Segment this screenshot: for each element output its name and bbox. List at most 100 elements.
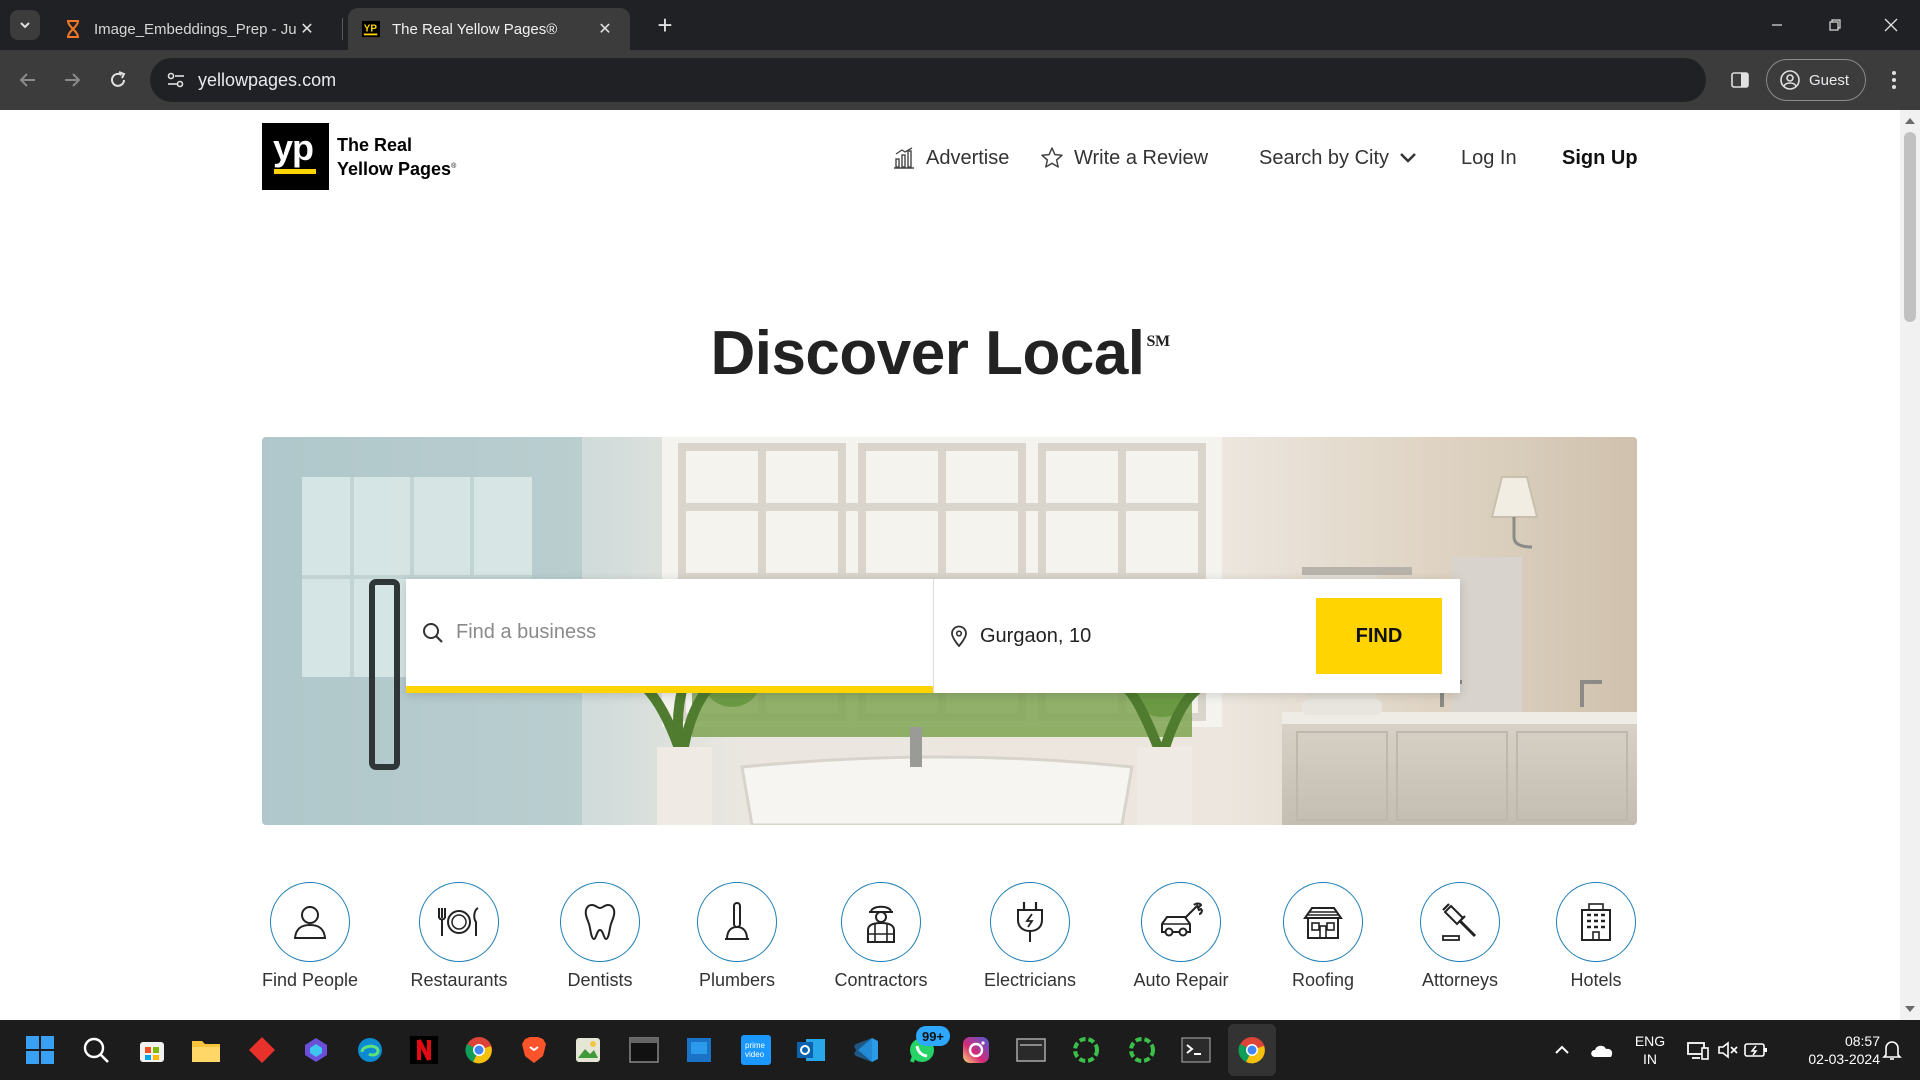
category-contractors[interactable]: Contractors	[811, 882, 951, 991]
tab-search-button[interactable]	[10, 10, 40, 40]
page-title: Discover Local SM	[0, 318, 1880, 389]
nav-sign-up[interactable]: Sign Up	[1562, 142, 1638, 174]
category-label: Plumbers	[698, 970, 776, 990]
category-electricians[interactable]: Electricians	[960, 882, 1100, 991]
terminal-window-icon[interactable]	[626, 1032, 662, 1068]
svg-text:video: video	[745, 1050, 765, 1059]
battery-charging-icon[interactable]	[1738, 1032, 1774, 1068]
app-window-icon[interactable]	[1013, 1032, 1049, 1068]
clock-time: 08:57	[1844, 1033, 1880, 1049]
store-icon[interactable]	[134, 1032, 170, 1068]
chrome-icon[interactable]	[461, 1032, 497, 1068]
business-search-placeholder: Find a business	[456, 621, 597, 643]
plug-icon	[990, 882, 1070, 962]
windows-start-icon[interactable]	[22, 1032, 58, 1068]
back-button[interactable]	[12, 64, 44, 96]
svg-text:YP: YP	[364, 24, 378, 35]
netflix-icon[interactable]	[406, 1032, 442, 1068]
plunger-icon	[697, 882, 777, 962]
car-wrench-icon	[1141, 882, 1221, 962]
address-bar[interactable]: yellowpages.com	[150, 58, 1706, 102]
language-indicator[interactable]: ENG IN	[1628, 1032, 1672, 1068]
profile-button[interactable]: Guest	[1766, 59, 1866, 101]
prime-video-icon[interactable]: prime video	[738, 1032, 774, 1068]
category-dentists[interactable]: Dentists	[530, 882, 670, 991]
scroll-up-icon[interactable]	[1900, 112, 1920, 130]
category-label: Contractors	[834, 970, 928, 990]
find-button[interactable]: FIND	[1316, 598, 1442, 674]
account-circle-icon	[1780, 70, 1800, 90]
tab-separator	[342, 18, 343, 40]
nav-write-review[interactable]: Write a Review	[1040, 142, 1208, 174]
nav-search-by-city[interactable]: Search by City	[1259, 142, 1417, 174]
close-icon[interactable]: ✕	[296, 18, 318, 40]
search-icon[interactable]	[78, 1032, 114, 1068]
tab-jupyter[interactable]: Image_Embeddings_Prep - Jupy ✕	[50, 8, 332, 50]
chrome-icon[interactable]	[1234, 1032, 1270, 1068]
brave-icon[interactable]	[516, 1032, 552, 1068]
nav-log-in[interactable]: Log In	[1461, 142, 1517, 174]
category-attorneys[interactable]: Attorneys	[1390, 882, 1530, 991]
logo-mark: yp	[262, 123, 329, 190]
business-search-field[interactable]: Find a business	[406, 579, 933, 693]
site-settings-icon[interactable]	[154, 71, 198, 89]
category-auto-repair[interactable]: Auto Repair	[1111, 882, 1251, 991]
jupyter-hourglass-icon	[64, 20, 82, 38]
browser-tab-bar: Image_Embeddings_Prep - Jupy ✕ YP The Re…	[0, 0, 1920, 50]
close-window-button[interactable]	[1862, 0, 1920, 50]
app-blue-window-icon[interactable]	[681, 1032, 717, 1068]
close-icon[interactable]: ✕	[594, 18, 616, 40]
tooth-icon	[560, 882, 640, 962]
scrollbar-thumb[interactable]	[1904, 132, 1916, 322]
category-roofing[interactable]: Roofing	[1253, 882, 1393, 991]
browser-menu-button[interactable]	[1878, 64, 1910, 96]
cloud-icon[interactable]	[1584, 1032, 1620, 1068]
side-panel-button[interactable]	[1724, 64, 1756, 96]
nav-advertise[interactable]: Advertise	[892, 142, 1009, 174]
nav-search-by-city-label: Search by City	[1259, 146, 1390, 169]
chevron-up-icon[interactable]	[1544, 1032, 1580, 1068]
logo-wordmark: The Real Yellow Pages®	[337, 134, 457, 179]
loading-ring-icon[interactable]	[1068, 1032, 1104, 1068]
command-prompt-icon[interactable]	[1178, 1032, 1214, 1068]
url-text[interactable]: yellowpages.com	[198, 70, 336, 91]
page-scrollbar[interactable]	[1900, 110, 1920, 1020]
notification-badge: 99+	[916, 1026, 950, 1046]
scroll-down-icon[interactable]	[1900, 1000, 1920, 1018]
restore-button[interactable]	[1806, 0, 1864, 50]
file-explorer-icon[interactable]	[188, 1032, 224, 1068]
loading-ring-icon[interactable]	[1124, 1032, 1160, 1068]
reload-button[interactable]	[102, 64, 134, 96]
clock[interactable]: 08:57 02-03-2024	[1780, 1032, 1880, 1068]
yp-logo[interactable]: yp The Real Yellow Pages®	[262, 123, 456, 190]
new-tab-button[interactable]: +	[650, 10, 680, 40]
category-label: Restaurants	[410, 970, 508, 990]
language-line-1: ENG	[1634, 1033, 1666, 1049]
forward-button[interactable]	[56, 64, 88, 96]
category-label: Dentists	[567, 970, 633, 990]
search-form: Find a business Gurgaon, 10 FIND	[406, 579, 1460, 693]
minimize-icon	[1772, 24, 1782, 26]
person-icon	[270, 882, 350, 962]
vscode-icon[interactable]	[848, 1032, 884, 1068]
windows-taskbar: prime video 99+ ENG IN 08:57 02-03-2024	[0, 1020, 1920, 1080]
edge-icon[interactable]	[352, 1032, 388, 1068]
location-field[interactable]: Gurgaon, 10	[934, 579, 1294, 693]
minimize-button[interactable]	[1748, 0, 1806, 50]
notification-bell-icon[interactable]	[1874, 1032, 1910, 1068]
house-roof-icon	[1283, 882, 1363, 962]
app-diamond-icon[interactable]	[244, 1032, 280, 1068]
category-label: Hotels	[1570, 970, 1622, 990]
instagram-icon[interactable]	[958, 1032, 994, 1068]
category-hotels[interactable]: Hotels	[1526, 882, 1666, 991]
category-restaurants[interactable]: Restaurants	[389, 882, 529, 991]
outlook-icon[interactable]	[793, 1032, 829, 1068]
copilot-icon[interactable]	[298, 1032, 334, 1068]
photo-app-icon[interactable]	[570, 1032, 606, 1068]
category-plumbers[interactable]: Plumbers	[667, 882, 807, 991]
logo-line-1: The Real	[337, 134, 413, 155]
category-label: Roofing	[1291, 970, 1355, 990]
category-find-people[interactable]: Find People	[240, 882, 380, 991]
tab-yellow-pages[interactable]: YP The Real Yellow Pages® ✕	[348, 8, 630, 50]
star-icon	[1040, 146, 1064, 170]
